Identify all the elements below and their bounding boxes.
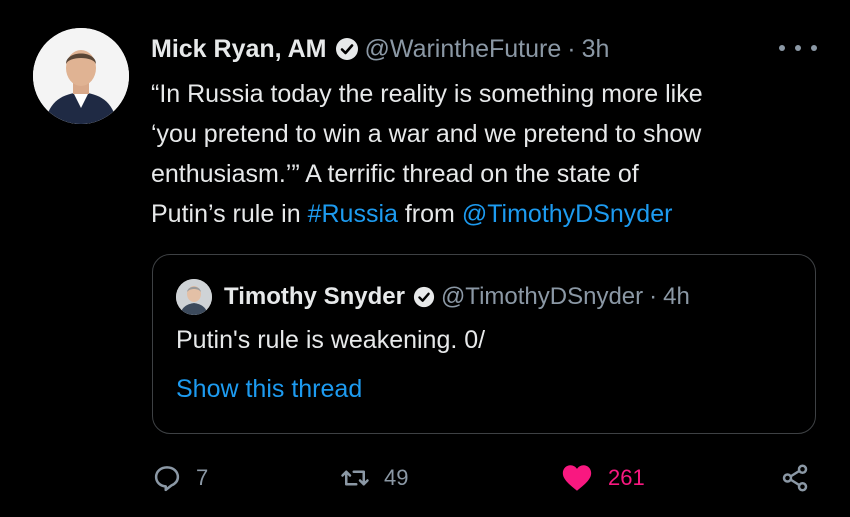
tweet-action-bar: 7 49 261: [0, 455, 850, 501]
quoted-author-handle[interactable]: @TimothyDSnyder: [441, 283, 643, 311]
tweet-text: “In Russia today the reality is somethin…: [151, 74, 811, 234]
mention-link[interactable]: @TimothyDSnyder: [462, 200, 673, 228]
reply-count: 7: [196, 465, 209, 490]
quoted-author-avatar-image: [176, 279, 212, 315]
like-button[interactable]: 261: [560, 455, 645, 501]
verified-badge-icon: [335, 38, 358, 60]
quoted-author-avatar[interactable]: [176, 279, 212, 315]
share-icon: [782, 464, 808, 492]
quoted-tweet-text: Putin's rule is weakening. 0/: [176, 326, 486, 354]
show-thread-link[interactable]: Show this thread: [176, 375, 362, 404]
more-dot: [795, 45, 801, 51]
more-dots-icon[interactable]: [779, 36, 817, 60]
quoted-tweet-timestamp[interactable]: 4h: [663, 283, 690, 311]
retweet-icon: [341, 470, 369, 486]
author-avatar[interactable]: [33, 28, 129, 124]
more-dot: [779, 45, 785, 51]
hashtag-link[interactable]: #Russia: [308, 200, 398, 228]
heart-icon: [562, 465, 592, 491]
author-avatar-image: [33, 28, 129, 124]
reply-icon: [154, 466, 180, 492]
reply-button[interactable]: 7: [152, 455, 208, 501]
quoted-tweet-header: Timothy Snyder @TimothyDSnyder · 4h: [176, 279, 690, 315]
tweet-header: Mick Ryan, AM @WarintheFuture · 3h: [151, 33, 609, 65]
author-handle[interactable]: @WarintheFuture: [365, 35, 562, 64]
tweet-text-line: ‘you pretend to win a war and we pretend…: [151, 120, 702, 148]
tweet-text-line: enthusiasm.’” A terrific thread on the s…: [151, 160, 639, 188]
like-count: 261: [608, 465, 645, 490]
header-separator: ·: [567, 34, 576, 63]
retweet-button[interactable]: 49: [340, 455, 408, 501]
quoted-tweet-card[interactable]: Timothy Snyder @TimothyDSnyder · 4h Puti…: [152, 254, 816, 434]
more-dot: [811, 45, 817, 51]
tweet-timestamp[interactable]: 3h: [582, 35, 610, 64]
tweet-text-prefix: Putin’s rule in: [151, 200, 308, 228]
tweet-text-middle: from: [397, 200, 462, 228]
quoted-header-separator: ·: [649, 283, 658, 310]
retweet-count: 49: [384, 465, 409, 490]
share-button[interactable]: [780, 455, 824, 501]
author-name[interactable]: Mick Ryan, AM: [151, 35, 327, 64]
verified-badge-icon: [413, 286, 435, 308]
quoted-author-name[interactable]: Timothy Snyder: [224, 283, 405, 311]
tweet-text-line: “In Russia today the reality is somethin…: [151, 80, 703, 108]
tweet-text-line-last: Putin’s rule in #Russia from @TimothyDSn…: [151, 194, 811, 234]
